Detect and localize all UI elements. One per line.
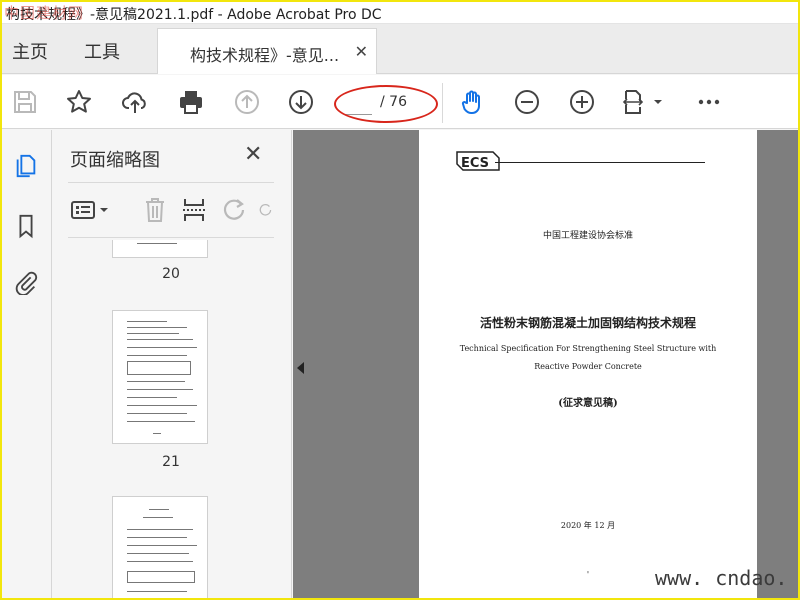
insert-page-icon[interactable] (180, 195, 210, 225)
left-rail (2, 130, 52, 598)
panel-title: 页面缩略图 (70, 150, 160, 171)
thumbnail-list: 20 21 (68, 240, 274, 598)
tab-document[interactable]: 构技术规程》-意见... ✕ (157, 28, 377, 74)
upload-cloud-icon[interactable] (120, 87, 150, 117)
tab-tools[interactable]: 工具 (84, 38, 120, 64)
pages-icon[interactable] (10, 150, 42, 182)
more-icon[interactable] (694, 87, 724, 117)
thumbnail-panel: 页面缩略图 ✕ 20 21 (52, 130, 326, 598)
page-down-icon[interactable] (286, 87, 316, 117)
pdf-page: ECS 中国工程建设协会标准 活性粉末钢筋混凝土加固钢结构技术规程 Techni… (419, 130, 757, 598)
delete-icon[interactable] (140, 195, 170, 225)
attachment-icon[interactable] (10, 266, 42, 298)
hand-icon[interactable] (458, 87, 488, 117)
publish-date: 2020 年 12 月 (560, 521, 616, 530)
toolbar-divider (442, 83, 443, 123)
page-thumbnail[interactable] (112, 240, 208, 258)
document-title-cn: 活性粉末钢筋混凝土加固钢结构技术规程 (479, 316, 696, 330)
panel-toolbar (68, 182, 274, 238)
title-bar: 构技术规程》-意见稿2021.1.pdf - Adobe Acrobat Pro… (2, 2, 798, 24)
tab-home[interactable]: 主页 (12, 38, 48, 64)
star-icon[interactable] (64, 87, 94, 117)
rotate-icon[interactable] (220, 195, 250, 225)
page-thumbnail[interactable] (112, 496, 208, 598)
zoom-in-icon[interactable] (567, 87, 597, 117)
page-thumbnail[interactable] (112, 310, 208, 444)
ecs-logo: ECS (456, 151, 500, 171)
header-rule (495, 162, 705, 163)
document-title-en-1: Technical Specification For Strengthenin… (459, 344, 717, 353)
save-icon[interactable] (10, 87, 40, 117)
toolbar: / 76 (2, 75, 798, 129)
tab-bar: 主页 工具 构技术规程》-意见... ✕ (2, 24, 798, 74)
document-tab-label: 构技术规程》-意见... (190, 46, 340, 65)
page-fit-icon[interactable] (622, 87, 668, 117)
acrobat-window: 构技术规程》-意见稿2021.1.pdf - Adobe Acrobat Pro… (0, 0, 800, 600)
watermark-top: 中国建材网 (4, 4, 85, 22)
options-icon[interactable] (68, 195, 112, 225)
collapse-panel-icon[interactable] (297, 362, 304, 374)
rotate-clockwise-icon[interactable] (258, 195, 274, 225)
draft-label: (征求意见稿) (558, 398, 618, 409)
annotation-ellipse (334, 85, 438, 123)
close-tab-icon[interactable]: ✕ (355, 42, 368, 61)
bookmark-icon[interactable] (10, 210, 42, 242)
document-viewer: ECS 中国工程建设协会标准 活性粉末钢筋混凝土加固钢结构技术规程 Techni… (293, 130, 798, 598)
page-up-icon[interactable] (232, 87, 262, 117)
svg-text:ECS: ECS (461, 156, 489, 171)
org-name: 中国工程建设协会标准 (542, 231, 633, 241)
close-panel-icon[interactable]: ✕ (244, 142, 262, 167)
thumbnail-label: 21 (162, 454, 180, 470)
print-icon[interactable] (176, 87, 206, 117)
thumbnail-label: 20 (162, 266, 180, 282)
document-title-en-2: Reactive Powder Concrete (534, 362, 642, 371)
zoom-out-icon[interactable] (512, 87, 542, 117)
watermark-bottom: www. cndao. (655, 566, 788, 590)
